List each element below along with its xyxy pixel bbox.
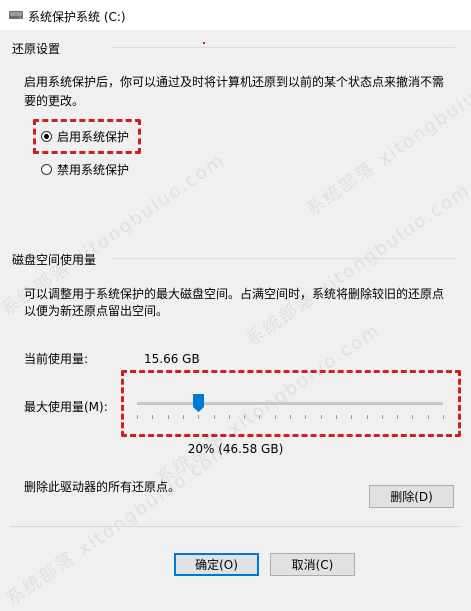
slider-tick [274,415,276,419]
title-bar: 系统保护系统 (C:) [0,0,471,30]
current-usage-value: 15.66 GB [144,352,200,366]
slider-tick [213,415,215,419]
restore-description-line1: 启用系统保护后，你可以通过及时将计算机还原到以前的某个状态点来撤消不需 [24,75,445,89]
disk-usage-heading: 磁盘空间使用量 [12,253,97,267]
red-dot-mark [203,42,205,44]
cancel-button[interactable]: 取消(C) [270,553,355,576]
slider-tick [244,415,246,419]
radio-disable-protection[interactable]: 禁用系统保护 [41,161,129,178]
max-usage-slider-track[interactable] [137,402,443,405]
restore-description-line2: 要的更改。 [24,94,85,108]
slider-tick [259,415,261,419]
window-title: 系统保护系统 (C:) [28,10,126,24]
max-usage-slider-thumb[interactable] [192,394,204,412]
restore-settings-heading: 还原设置 [12,42,61,56]
ok-button[interactable]: 确定(O) [174,553,259,576]
radio-enable-protection[interactable]: 启用系统保护 [41,128,129,145]
slider-tick [228,415,230,419]
slider-tick [182,415,184,419]
slider-tick [443,415,444,419]
slider-tick [335,415,337,419]
slider-tick [167,415,169,419]
radio-button-checked[interactable] [41,131,52,142]
slider-tick [351,415,353,419]
slider-tick [290,415,291,419]
slider-tick [198,415,200,419]
slider-tick [381,415,383,419]
slider-tick [427,415,429,419]
slider-tick [152,415,154,419]
footer-divider [10,526,461,527]
restore-settings-divider [112,47,455,48]
max-usage-label: 最大使用量(M): [24,400,108,414]
slider-tick [137,415,138,419]
slider-tick [366,415,368,419]
radio-enable-label: 启用系统保护 [57,130,130,144]
delete-button[interactable]: 删除(D) [369,485,454,508]
max-usage-value: 20% (46.58 GB) [187,442,284,456]
radio-disable-label: 禁用系统保护 [57,163,130,177]
disk-usage-divider [112,258,455,259]
disk-description-line2: 以便为新还原点留出空间。 [24,304,169,318]
watermark: 系统部落 xitongbuluo.com [2,439,235,611]
drive-icon [9,11,23,19]
slider-tick [397,415,399,419]
radio-button-unchecked[interactable] [41,164,52,175]
slider-tick [412,415,414,419]
delete-description: 删除此驱动器的所有还原点。 [24,480,181,494]
current-usage-label: 当前使用量: [24,352,89,366]
slider-tick [305,415,307,419]
slider-tick [320,415,322,419]
